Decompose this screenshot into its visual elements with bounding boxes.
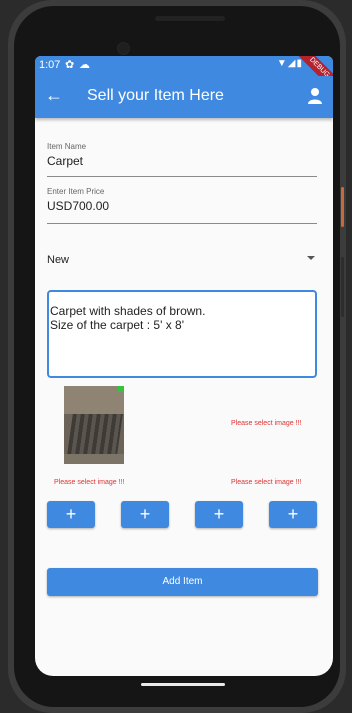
- carpet-image-thumbnail[interactable]: [64, 386, 124, 464]
- description-line-1: Carpet with shades of brown.: [50, 304, 206, 318]
- add-image-button-2[interactable]: +: [121, 501, 169, 528]
- app-screen: 1:07 ✿ ☁ ▼◢▮ DEBUG ← Sell your Item Here…: [35, 56, 333, 676]
- person-icon[interactable]: [307, 86, 323, 106]
- condition-dropdown[interactable]: New: [47, 250, 317, 276]
- status-time: 1:07: [39, 59, 61, 71]
- dropdown-arrow-icon: [307, 256, 315, 260]
- item-name-label: Item Name: [47, 142, 87, 151]
- item-price-value: USD700.00: [47, 199, 110, 213]
- add-item-button[interactable]: Add Item: [47, 568, 318, 596]
- item-name-value: Carpet: [47, 154, 84, 168]
- speaker-grille: [155, 16, 225, 21]
- item-name-field[interactable]: Item Name Carpet: [47, 142, 317, 177]
- cloud-icon: ☁: [79, 59, 90, 71]
- front-camera: [117, 42, 130, 55]
- settings-gear-icon: ✿: [65, 59, 75, 71]
- add-image-button-1[interactable]: +: [47, 501, 95, 528]
- power-button: [341, 187, 344, 227]
- back-arrow-icon[interactable]: ←: [45, 85, 63, 106]
- app-bar: ← Sell your Item Here: [35, 76, 333, 118]
- signal-battery-icons: ▼◢▮: [276, 58, 303, 69]
- image-error-slot-2: Please select image !!!: [231, 420, 302, 427]
- volume-button: [341, 257, 344, 317]
- home-gesture-bar[interactable]: [141, 683, 225, 686]
- condition-selected: New: [47, 254, 70, 266]
- item-price-label: Enter Item Price: [47, 187, 105, 196]
- description-textarea[interactable]: Carpet with shades of brown. Size of the…: [47, 290, 317, 378]
- add-image-button-4[interactable]: +: [269, 501, 317, 528]
- status-bar: 1:07 ✿ ☁ ▼◢▮ DEBUG: [35, 56, 333, 94]
- description-line-2: Size of the carpet : 5' x 8': [50, 318, 184, 332]
- image-error-slot-4: Please select image !!!: [231, 479, 302, 486]
- item-price-field[interactable]: Enter Item Price USD700.00: [47, 187, 317, 224]
- image-error-slot-3: Please select image !!!: [54, 479, 125, 486]
- add-image-button-3[interactable]: +: [195, 501, 243, 528]
- page-title: Sell your Item Here: [87, 87, 224, 104]
